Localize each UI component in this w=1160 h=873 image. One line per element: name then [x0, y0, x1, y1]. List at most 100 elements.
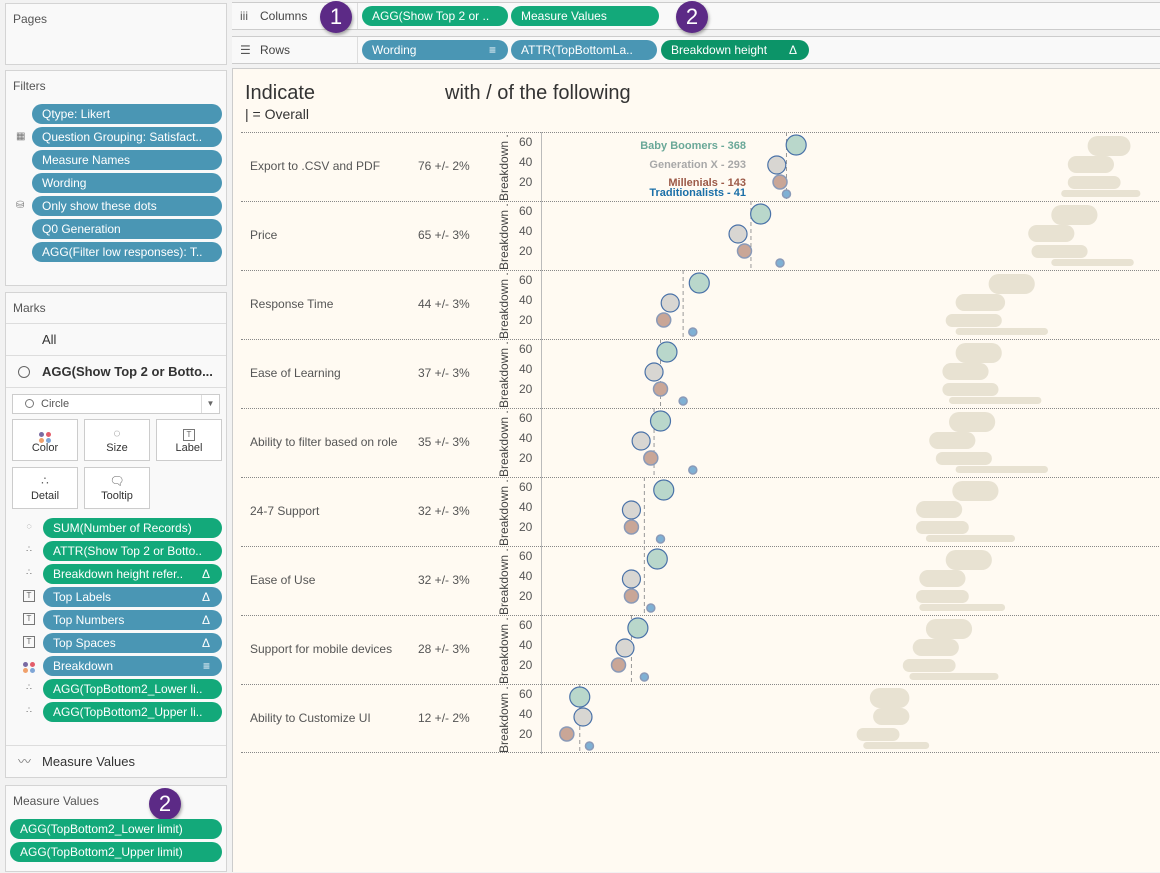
ci-bar-millenials[interactable] — [1067, 176, 1121, 189]
ci-bar-generation-x[interactable] — [1067, 156, 1114, 173]
dot-baby-boomers[interactable] — [569, 686, 591, 708]
dot-millenials[interactable] — [643, 450, 659, 466]
measure-values-pill[interactable]: AGG(TopBottom2_Lower limit) — [10, 819, 222, 839]
dot-traditionalists[interactable] — [646, 603, 656, 613]
dot-baby-boomers[interactable] — [646, 548, 668, 570]
dot-traditionalists[interactable] — [688, 327, 698, 337]
ci-bar-millenials[interactable] — [916, 590, 969, 603]
marks-field-pill[interactable]: Top Labels Δ — [43, 587, 222, 607]
ci-bar-baby-boomers[interactable] — [949, 412, 996, 432]
measure-values-pill[interactable]: AGG(TopBottom2_Upper limit) — [10, 842, 222, 862]
dot-traditionalists[interactable] — [655, 534, 666, 544]
mark-type-select[interactable]: Circle ▼ — [12, 394, 220, 414]
marks-all[interactable]: All — [6, 323, 226, 355]
dot-generation-x[interactable] — [644, 362, 664, 382]
dot-generation-x[interactable] — [621, 500, 642, 520]
ci-bar-baby-boomers[interactable] — [925, 619, 973, 639]
dot-generation-x[interactable] — [660, 293, 680, 313]
ci-bar-millenials[interactable] — [942, 383, 999, 396]
ci-bar-baby-boomers[interactable] — [945, 550, 992, 570]
filter-pill[interactable]: AGG(Filter low responses): T.. — [32, 242, 222, 262]
marks-color-button[interactable]: Color — [12, 419, 78, 461]
dot-baby-boomers[interactable] — [627, 617, 649, 639]
ci-bar-millenials[interactable] — [935, 452, 992, 465]
filter-pill[interactable]: Measure Names — [32, 150, 222, 170]
dot-millenials[interactable] — [652, 381, 669, 397]
ci-bar-generation-x[interactable] — [912, 639, 959, 656]
dot-millenials[interactable] — [655, 312, 672, 328]
ci-bar-generation-x[interactable] — [929, 432, 976, 449]
rows-pill-attr-topbottom[interactable]: ATTR(TopBottomLa.. — [511, 40, 657, 60]
dot-generation-x[interactable] — [573, 707, 593, 727]
marks-tooltip-button[interactable]: 🗨 Tooltip — [84, 467, 150, 509]
ci-bar-baby-boomers[interactable] — [952, 481, 999, 501]
dot-traditionalists[interactable] — [781, 189, 792, 199]
dot-baby-boomers[interactable] — [750, 203, 772, 225]
ci-bar-baby-boomers[interactable] — [955, 343, 1002, 363]
ci-bar-baby-boomers[interactable] — [1087, 136, 1131, 156]
ci-bar-traditionalists[interactable] — [955, 466, 1048, 473]
ci-bar-generation-x[interactable] — [942, 363, 989, 380]
ci-bar-generation-x[interactable] — [916, 501, 963, 518]
marks-label-button[interactable]: T Label — [156, 419, 222, 461]
dot-generation-x[interactable] — [767, 155, 787, 175]
filter-pill[interactable]: Qtype: Likert — [32, 104, 222, 124]
rows-pill-wording[interactable]: Wording ≡ — [362, 40, 508, 60]
ci-bar-millenials[interactable] — [902, 659, 956, 672]
dot-millenials[interactable] — [559, 726, 575, 742]
ci-bar-baby-boomers[interactable] — [1051, 205, 1098, 225]
rows-pill-breakdown-height[interactable]: Breakdown height Δ — [661, 40, 809, 60]
dot-millenials[interactable] — [736, 243, 753, 259]
ci-bar-traditionalists[interactable] — [909, 673, 999, 680]
rows-shelf[interactable]: ☰ Rows Wording ≡ ATTR(TopBottomLa.. Brea… — [232, 36, 1160, 64]
marks-detail-button[interactable]: ∴ Detail — [12, 467, 78, 509]
dot-millenials[interactable] — [610, 657, 627, 673]
marks-measure-values-card[interactable]: 〰 Measure Values — [6, 745, 226, 777]
dot-traditionalists[interactable] — [639, 672, 650, 682]
ci-bar-traditionalists[interactable] — [1051, 259, 1134, 266]
marks-field-pill[interactable]: ATTR(Show Top 2 or Botto.. — [43, 541, 222, 561]
filter-pill[interactable]: Only show these dots — [32, 196, 222, 216]
dot-traditionalists[interactable] — [775, 258, 785, 268]
ci-bar-traditionalists[interactable] — [949, 397, 1042, 404]
ci-bar-traditionalists[interactable] — [1061, 190, 1141, 197]
dot-generation-x[interactable] — [631, 431, 651, 451]
ci-bar-generation-x[interactable] — [1028, 225, 1075, 242]
ci-bar-generation-x[interactable] — [919, 570, 966, 587]
ci-bar-traditionalists[interactable] — [863, 742, 930, 749]
columns-pill-measure-values[interactable]: Measure Values — [511, 6, 659, 26]
dot-traditionalists[interactable] — [688, 465, 698, 475]
dot-traditionalists[interactable] — [584, 741, 595, 751]
pages-card[interactable]: Pages — [5, 3, 227, 65]
ci-bar-generation-x[interactable] — [873, 708, 910, 725]
dot-generation-x[interactable] — [728, 224, 748, 244]
marks-field-pill[interactable]: AGG(TopBottom2_Upper li.. — [43, 702, 222, 722]
marks-field-pill[interactable]: Top Numbers Δ — [43, 610, 222, 630]
dot-millenials[interactable] — [623, 588, 640, 604]
filter-pill[interactable]: Q0 Generation — [32, 219, 222, 239]
dot-millenials[interactable] — [623, 519, 640, 535]
ci-bar-generation-x[interactable] — [955, 294, 1006, 311]
filter-pill[interactable]: Question Grouping: Satisfact.. — [32, 127, 222, 147]
ci-bar-millenials[interactable] — [1031, 245, 1088, 258]
dot-baby-boomers[interactable] — [688, 272, 710, 294]
dot-baby-boomers[interactable] — [785, 134, 807, 156]
ci-bar-millenials[interactable] — [916, 521, 969, 534]
dot-generation-x[interactable] — [615, 638, 635, 658]
marks-field-pill[interactable]: Breakdown height refer.. Δ — [43, 564, 222, 584]
marks-field-pill[interactable]: Breakdown ≡ — [43, 656, 222, 676]
dot-traditionalists[interactable] — [678, 396, 688, 406]
marks-field-pill[interactable]: SUM(Number of Records) — [43, 518, 222, 538]
columns-pill-show-top[interactable]: AGG(Show Top 2 or .. — [362, 6, 508, 26]
ci-bar-millenials[interactable] — [856, 728, 900, 741]
filter-pill[interactable]: Wording — [32, 173, 222, 193]
ci-bar-traditionalists[interactable] — [919, 604, 1006, 611]
marks-field-pill[interactable]: AGG(TopBottom2_Lower li.. — [43, 679, 222, 699]
ci-bar-traditionalists[interactable] — [925, 535, 1015, 542]
ci-bar-baby-boomers[interactable] — [869, 688, 910, 708]
marks-field-pill[interactable]: Top Spaces Δ — [43, 633, 222, 653]
dot-baby-boomers[interactable] — [653, 479, 675, 501]
dot-millenials[interactable] — [772, 174, 788, 190]
ci-bar-millenials[interactable] — [945, 314, 1002, 327]
dot-generation-x[interactable] — [621, 569, 642, 589]
